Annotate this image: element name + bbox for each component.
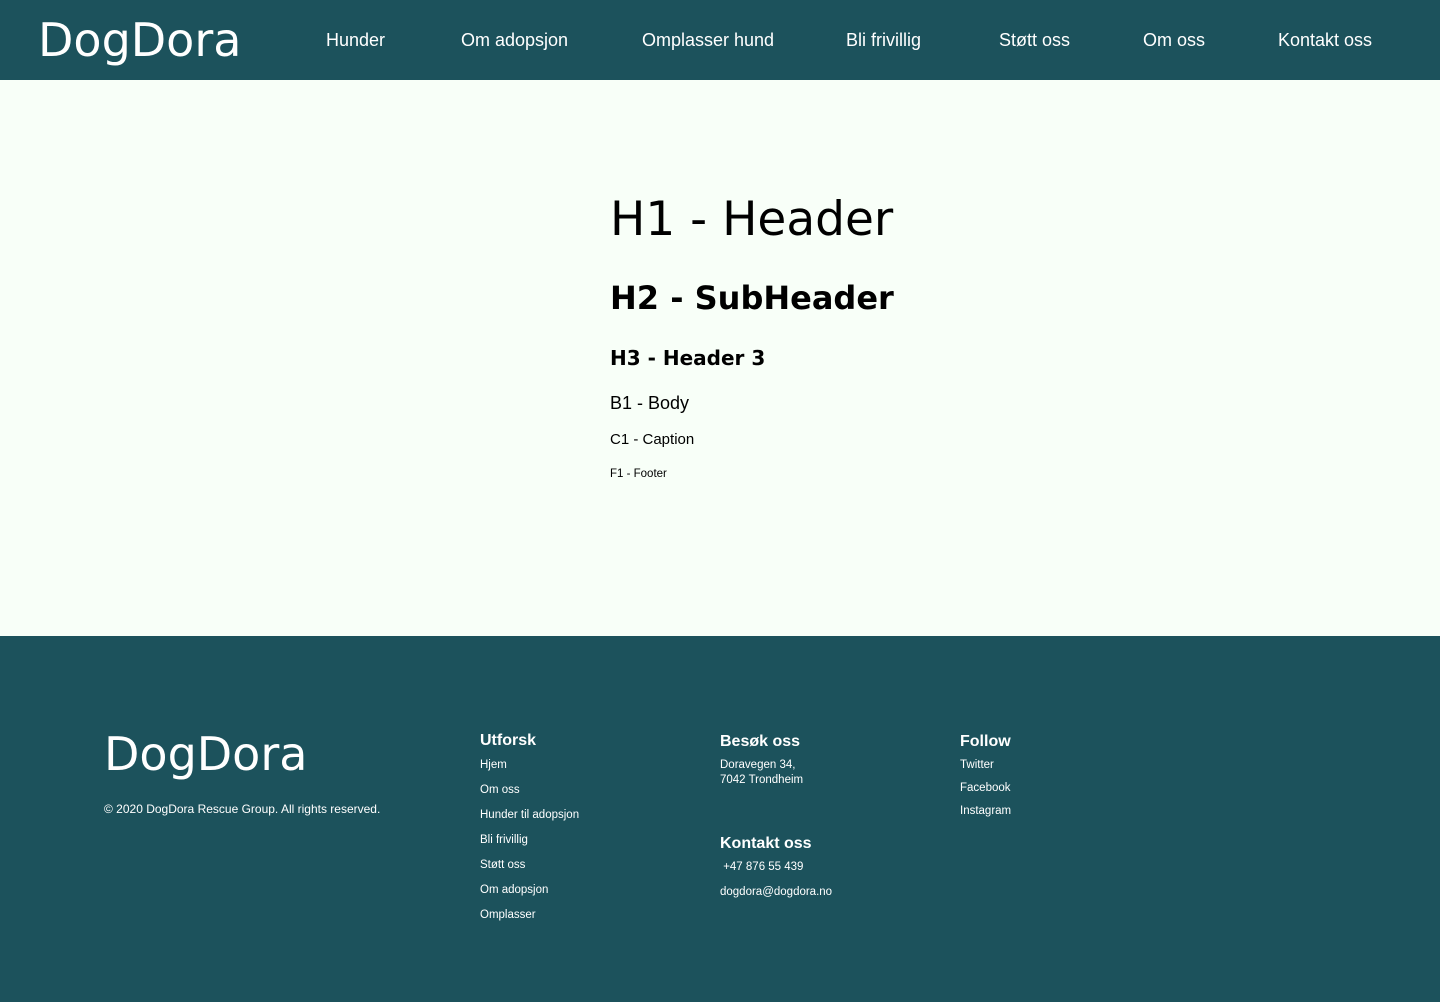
footer-link-om-oss[interactable]: Om oss [480, 783, 520, 798]
footer-explore-heading: Utforsk [480, 732, 537, 749]
heading-h2-sample: H2 - SubHeader [610, 279, 894, 317]
nav-item-hunder[interactable]: Hunder [326, 28, 385, 52]
top-nav-bar: DogDora Hunder Om adopsjon Omplasser hun… [0, 0, 1440, 80]
nav-item-omplasser-hund[interactable]: Omplasser hund [642, 28, 774, 52]
footer-visit-heading: Besøk oss [720, 733, 801, 750]
body-text-sample: B1 - Body [610, 393, 690, 413]
footer-link-stott-oss[interactable]: Støtt oss [480, 858, 525, 873]
footer-contact-heading: Kontakt oss [720, 835, 812, 852]
nav-item-kontakt-oss[interactable]: Kontakt oss [1278, 28, 1372, 52]
heading-h3-sample: H3 - Header 3 [610, 346, 766, 370]
main-content: H1 - Header H2 - SubHeader H3 - Header 3… [0, 80, 1440, 636]
footer-link-twitter[interactable]: Twitter [960, 758, 994, 773]
footer-link-instagram[interactable]: Instagram [960, 804, 1011, 819]
footer-phone-link[interactable]: +47 876 55 439 [720, 860, 803, 875]
footer-link-facebook[interactable]: Facebook [960, 781, 1011, 796]
nav-item-om-oss[interactable]: Om oss [1143, 28, 1205, 52]
caption-text-sample: C1 - Caption [610, 431, 695, 448]
footer-link-bli-frivillig[interactable]: Bli frivillig [480, 833, 528, 848]
footer-link-om-adopsjon[interactable]: Om adopsjon [480, 883, 548, 898]
footer-email-link[interactable]: dogdora@dogdora.no [720, 885, 832, 900]
nav-item-om-adopsjon[interactable]: Om adopsjon [461, 28, 568, 52]
heading-h1-sample: H1 - Header [610, 192, 894, 247]
footer-address-line-1: Doravegen 34, [720, 759, 796, 771]
nav-item-stott-oss[interactable]: Støtt oss [999, 28, 1070, 52]
nav-item-bli-frivillig[interactable]: Bli frivillig [846, 28, 921, 52]
copyright-text: © 2020 DogDora Rescue Group. All rights … [104, 802, 381, 816]
footer-text-sample: F1 - Footer [610, 468, 667, 480]
footer-address-line-2: 7042 Trondheim [720, 774, 804, 786]
footer-link-hunder-til-adopsjon[interactable]: Hunder til adopsjon [480, 808, 579, 823]
footer-link-omplasser[interactable]: Omplasser [480, 908, 536, 923]
site-footer: DogDora © 2020 DogDora Rescue Group. All… [0, 636, 1440, 1002]
footer-logo[interactable]: DogDora [104, 724, 307, 784]
footer-follow-heading: Follow [960, 733, 1011, 750]
site-logo[interactable]: DogDora [38, 10, 241, 70]
footer-link-hjem[interactable]: Hjem [480, 758, 507, 773]
